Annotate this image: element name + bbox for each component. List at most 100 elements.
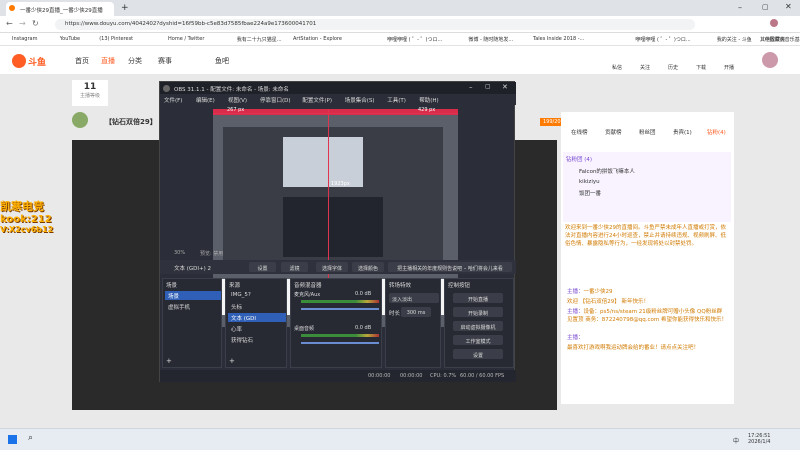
source-item[interactable]: 获得钻石 xyxy=(228,335,286,344)
selected-source-name: 文本 (GDI+) 2 xyxy=(174,266,212,272)
history-button[interactable]: 历史 xyxy=(668,64,678,71)
nav-events[interactable]: 赛事 xyxy=(158,56,172,66)
go-live-button[interactable]: 开播 xyxy=(724,64,734,71)
watermark-line2: kook:212 xyxy=(0,214,52,225)
add-scene-icon[interactable]: + xyxy=(166,357,172,365)
mixer-channel-name: 麦克风/Aux xyxy=(294,292,321,298)
source-item[interactable]: 文本 (GDI xyxy=(228,313,286,322)
filters-button[interactable]: 滤镜 xyxy=(281,262,308,272)
obs-minimize-icon[interactable]: – xyxy=(469,83,473,91)
obs-menu-item[interactable]: 配置文件(P) xyxy=(302,96,332,104)
bookmark-item[interactable]: (13) Pinterest xyxy=(99,36,133,42)
mixer-channel-name: 桌面音频 xyxy=(294,326,315,332)
bookmark-item[interactable]: 其他收藏夹 xyxy=(760,36,785,43)
chat-tab[interactable]: 粉丝团 xyxy=(639,128,656,136)
start-icon[interactable] xyxy=(8,435,17,444)
select-font-button[interactable]: 选择字体 xyxy=(316,262,348,272)
nav-yuba[interactable]: 鱼吧 xyxy=(215,56,229,66)
obs-maximize-icon[interactable]: ▢ xyxy=(485,83,491,90)
user-avatar[interactable] xyxy=(762,52,778,68)
input-language[interactable]: 中 xyxy=(733,436,739,445)
text-content-field[interactable]: 把主播相关的年度规则告说吧 – 哈们将会儿来看 xyxy=(388,262,512,272)
clock[interactable]: 17:26:51 2026/1/4 xyxy=(748,433,770,445)
new-tab-icon[interactable]: + xyxy=(121,3,129,13)
transitions-header: 转场特效 xyxy=(389,283,412,289)
obs-close-icon[interactable]: ✕ xyxy=(502,83,508,91)
bookmark-item[interactable]: ArtStation - Explore xyxy=(293,36,342,42)
sources-dock: 来源 IMG_5? 头标 文本 (GDI 心率 获得钻石 + xyxy=(225,278,287,368)
download-button[interactable]: 下载 xyxy=(696,64,706,71)
obs-menu-item[interactable]: 场景集合(S) xyxy=(345,96,375,104)
settings-button[interactable]: 设置 xyxy=(453,349,503,359)
preview-mode[interactable]: 预览: 禁用 xyxy=(200,250,223,257)
obs-menu-item[interactable]: 帮助(H) xyxy=(419,96,438,104)
streamer-avatar[interactable] xyxy=(72,112,88,128)
virtual-camera-button[interactable]: 启动虚拟摄像机 xyxy=(453,321,503,331)
url-input[interactable]: https://www.douyu.com/4042402?dyshid=16f… xyxy=(55,19,695,30)
bookmark-item[interactable]: YouTube xyxy=(60,36,80,42)
nav-home[interactable]: 首页 xyxy=(75,56,89,66)
close-icon[interactable]: ✕ xyxy=(785,2,792,11)
bookmark-item[interactable]: 我有二十九只猫星... xyxy=(237,36,282,43)
bookmark-item[interactable]: Instagram xyxy=(12,36,37,42)
bookmark-item[interactable]: 微博 - 随时随地发... xyxy=(468,36,513,43)
start-recording-button[interactable]: 开始录制 xyxy=(453,307,503,317)
add-source-icon[interactable]: + xyxy=(229,357,235,365)
bookmark-item[interactable]: Home / Twitter xyxy=(168,36,204,42)
nav-live[interactable]: 直播 xyxy=(101,56,115,66)
follow-button[interactable]: 关注 xyxy=(640,64,650,71)
select-color-button[interactable]: 选择颜色 xyxy=(352,262,384,272)
bookmark-item[interactable]: Tales Inside 2018 -... xyxy=(533,36,584,42)
obs-menu-item[interactable]: 停靠窗口(D) xyxy=(260,96,291,104)
douyu-logo-icon[interactable] xyxy=(12,54,26,68)
chat-message: 主播：设备：ps5/ns/steam 21级粉丝牌可赠小头像 QQ粉丝群见置顶 … xyxy=(567,308,727,324)
obs-menu-item[interactable]: 工具(T) xyxy=(387,96,406,104)
reload-icon[interactable]: ↻ xyxy=(32,19,39,28)
chat-tab[interactable]: 贡献榜 xyxy=(605,128,622,136)
bookmark-item[interactable]: 咿哩咿哩 ( ゜- ゜)つロ... xyxy=(387,36,442,43)
clock-date: 2026/1/4 xyxy=(748,439,771,445)
maximize-icon[interactable]: ▢ xyxy=(762,3,769,11)
chat-text: 设备：ps5/ns/steam 21级粉丝牌可赠小头像 QQ粉丝群见置顶 商务：… xyxy=(567,309,727,323)
obs-menu-item[interactable]: 编辑(E) xyxy=(196,96,215,104)
source-item[interactable]: IMG_5? xyxy=(228,291,286,300)
fan-item[interactable]: Falcon的拼饭飞嘛本人 xyxy=(579,167,728,175)
profile-avatar[interactable] xyxy=(770,19,778,27)
forward-icon[interactable]: → xyxy=(19,19,26,28)
bookmark-item[interactable]: 我的关注 - 斗鱼 xyxy=(717,36,752,43)
obs-menu-item[interactable]: 文件(F) xyxy=(164,96,182,104)
chat-message: 欢迎 【钻石双倍29】 新年快乐！ xyxy=(567,298,727,306)
nested-obs xyxy=(283,197,383,257)
duration-input[interactable]: 300 ms xyxy=(401,307,431,317)
chat-tab[interactable]: 在线榜 xyxy=(571,128,588,136)
notice-text: 欢迎来到一番少侠29的直播间。斗鱼严禁未成年人直播或打赏，依法对直播内容进行24… xyxy=(565,225,727,247)
fans-label: 钻粉团 (4) xyxy=(566,157,593,163)
transition-select[interactable]: 淡入淡出 xyxy=(389,293,439,303)
search-icon[interactable]: ⌕ xyxy=(28,433,33,443)
start-streaming-button[interactable]: 开始直播 xyxy=(453,293,503,303)
bookmark-item[interactable]: 咿哩咿哩 ( ゜- ゜)つロ... xyxy=(635,36,690,43)
messages-button[interactable]: 私信 xyxy=(612,64,622,71)
scene-item[interactable]: 虚拟手机 xyxy=(165,302,221,311)
source-item[interactable]: 心率 xyxy=(228,324,286,333)
chat-tab[interactable]: 钻粉(4) xyxy=(707,128,726,136)
fan-item[interactable]: 饭团一番 xyxy=(579,189,728,197)
source-item[interactable]: 头标 xyxy=(228,302,286,311)
fan-item[interactable]: kikiziyu xyxy=(579,179,728,185)
chat-panel: 在线榜 贡献榜 粉丝团 贵宾(1) 钻粉(4) 钻粉团 (4) Falcon的拼饭飞嘛本… xyxy=(561,112,734,404)
level-card: 11 主播等级 xyxy=(72,80,108,106)
back-icon[interactable]: ← xyxy=(6,19,13,28)
volume-slider[interactable] xyxy=(301,308,379,310)
nav-category[interactable]: 分类 xyxy=(128,56,142,66)
scene-item[interactable]: 场景 xyxy=(165,291,221,300)
minimize-icon[interactable]: – xyxy=(738,3,742,12)
chat-tab[interactable]: 贵宾(1) xyxy=(673,128,692,136)
zoom-level[interactable]: 30% xyxy=(174,250,185,256)
volume-slider[interactable] xyxy=(301,342,379,344)
obs-menu-item[interactable]: 视图(V) xyxy=(228,96,247,104)
obs-status-bar: 00:00:00 00:00:00 CPU: 0.7% 60.00 / 60.0… xyxy=(160,370,516,382)
properties-button[interactable]: 设置 xyxy=(249,262,276,272)
tab-douyu[interactable]: 一番少侠29直播_一番少侠29直播 xyxy=(6,2,114,16)
chat-message: 主播：一番少侠29 xyxy=(567,288,727,296)
studio-mode-button[interactable]: 工作室模式 xyxy=(453,335,503,345)
